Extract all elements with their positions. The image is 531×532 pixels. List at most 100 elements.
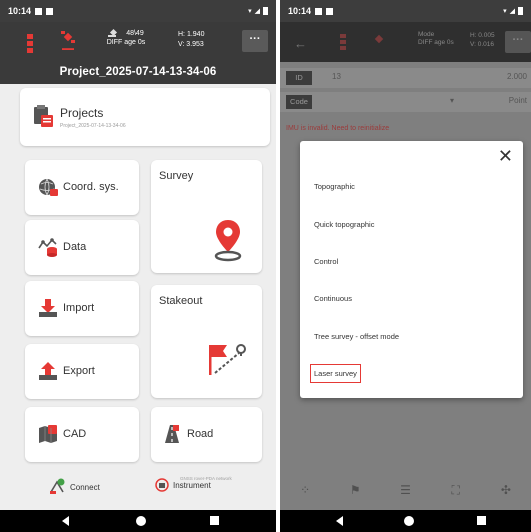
cad-label: CAD (63, 428, 87, 440)
nav-back-icon[interactable] (336, 516, 343, 526)
mode-label: Mode (418, 31, 435, 38)
status-time: 10:14 (288, 6, 312, 16)
id-tag: ID (286, 71, 312, 85)
code-row: Code ▾ Point (280, 92, 531, 112)
cad-button[interactable]: CAD (25, 407, 139, 462)
export-button[interactable]: Export (25, 344, 139, 399)
option-topographic[interactable]: Topographic (314, 182, 355, 191)
signal-icon: ◢ (254, 8, 260, 15)
h-precision: H: 1.940 (178, 31, 205, 38)
coord-sys-button[interactable]: Coord. sys. (25, 160, 139, 215)
point-type[interactable]: Point (509, 96, 527, 105)
export-icon (39, 362, 57, 380)
signal-icon: ◢ (509, 8, 515, 15)
data-label: Data (63, 241, 87, 253)
stakeout-button[interactable]: Stakeout (151, 285, 262, 398)
survey-toolbar: ⁘ ⚑ ☰ ⛶ ✣ (280, 472, 531, 508)
data-button[interactable]: Data (25, 220, 139, 275)
screens: 10:14 ▾ ◢ ▬▬ 48\49 DIFF age 0s H: 1.940 … (0, 0, 531, 532)
connect-icon (50, 478, 65, 494)
nav-back-icon[interactable] (62, 516, 69, 526)
more-menu-button[interactable]: ··· (242, 30, 268, 52)
main-menu-screen: 10:14 ▾ ◢ ▬▬ 48\49 DIFF age 0s H: 1.940 … (0, 0, 276, 532)
option-laser-survey[interactable]: Laser survey (310, 364, 361, 383)
instrument-label: Instrument (173, 480, 211, 490)
solution-status[interactable]: 48\49 DIFF age 0s (86, 28, 166, 58)
instrument-icon (155, 478, 169, 492)
nav-recents-icon[interactable] (210, 516, 219, 525)
more-menu-button[interactable]: ··· (505, 31, 531, 53)
import-label: Import (63, 302, 95, 314)
status-bar: 10:14 ▾ ◢ (280, 0, 531, 22)
record-icon[interactable] (24, 32, 36, 56)
projects-subtitle: Project_2025-07-14-13-34-06 (60, 123, 126, 129)
location-pin-icon (214, 220, 242, 262)
v-precision: V: 3.953 (178, 41, 204, 49)
close-icon[interactable]: ✕ (498, 147, 513, 165)
map-icon (39, 425, 57, 443)
notification-icon (326, 7, 334, 15)
gnss-status[interactable]: ▬▬ (48, 28, 88, 62)
instrument-button[interactable]: Instrument (155, 478, 211, 492)
projects-card[interactable]: Projects Project_2025-07-14-13-34-06 (20, 88, 270, 146)
option-quick-topographic[interactable]: Quick topographic (314, 220, 374, 229)
satellite-small-icon (108, 28, 118, 37)
code-tag[interactable]: Code (286, 95, 312, 109)
stakeout-label: Stakeout (159, 295, 203, 307)
connect-button[interactable]: Connect (48, 478, 100, 496)
import-icon (39, 299, 57, 317)
nav-home-icon[interactable] (136, 516, 146, 526)
connect-label: Connect (70, 482, 100, 492)
zoom-extent-icon[interactable]: ✣ (496, 483, 516, 497)
nav-home-icon[interactable] (404, 516, 414, 526)
globe-icon (39, 178, 58, 196)
satellite-icon[interactable] (372, 32, 386, 46)
survey-top-bar: ← Mode DIFF age 0s H: 0.005 V: 0.016 ··· (280, 22, 531, 62)
road-button[interactable]: Road (151, 407, 262, 462)
project-title: Project_2025-07-14-13-34-06 (59, 66, 217, 78)
point-id-row: ID 13 2.000 (280, 68, 531, 88)
battery-icon (518, 7, 523, 15)
android-nav-bar (0, 510, 276, 532)
satellite-count: 48\49 (126, 29, 144, 37)
survey-label: Survey (159, 170, 194, 182)
notification-icon (35, 7, 43, 15)
survey-button[interactable]: Survey (151, 160, 262, 273)
android-nav-bar (280, 510, 531, 532)
import-button[interactable]: Import (25, 281, 139, 336)
coord-sys-label: Coord. sys. (63, 181, 119, 193)
status-time: 10:14 (8, 6, 32, 16)
projects-icon (34, 105, 53, 127)
stakeout-icon[interactable]: ⚑ (345, 483, 365, 497)
antenna-height[interactable]: 2.000 (507, 72, 527, 81)
layers-icon[interactable]: ☰ (395, 483, 415, 497)
wifi-icon: ▾ (503, 8, 507, 15)
survey-mode-dialog: ✕ Topographic Quick topographic Control … (300, 141, 523, 398)
gnss-status-label: ▬▬ (62, 46, 74, 52)
option-tree-survey[interactable]: Tree survey - offset mode (314, 332, 399, 341)
option-control[interactable]: Control (314, 257, 338, 266)
notification-icon (315, 7, 323, 15)
points-icon[interactable]: ⁘ (295, 483, 315, 497)
precision-readout: H: 1.940 V: 3.953 (178, 30, 228, 50)
record-icon[interactable] (338, 32, 348, 52)
projects-title: Projects (60, 106, 104, 120)
nav-recents-icon[interactable] (477, 516, 486, 525)
back-arrow-icon[interactable]: ← (294, 36, 307, 51)
point-id-input[interactable]: 13 (332, 72, 341, 81)
code-dropdown-icon[interactable]: ▾ (450, 96, 454, 105)
bottom-bar: Connect GNSS rover-PDA network Instrumen… (0, 470, 276, 510)
notification-icon (46, 7, 54, 15)
status-icons: ▾ ◢ (248, 7, 268, 15)
data-icon (38, 238, 57, 257)
export-label: Export (63, 365, 95, 377)
road-icon (165, 425, 179, 443)
option-continuous[interactable]: Continuous (314, 294, 352, 303)
road-label: Road (187, 428, 214, 440)
fullscreen-icon[interactable]: ⛶ (446, 483, 466, 498)
stakeout-flag-icon (209, 344, 246, 375)
wifi-icon: ▾ (248, 8, 252, 15)
diff-age: DIFF age 0s (106, 38, 146, 46)
status-bar: 10:14 ▾ ◢ (0, 0, 276, 22)
solution-status[interactable]: Mode DIFF age 0s (418, 31, 454, 48)
